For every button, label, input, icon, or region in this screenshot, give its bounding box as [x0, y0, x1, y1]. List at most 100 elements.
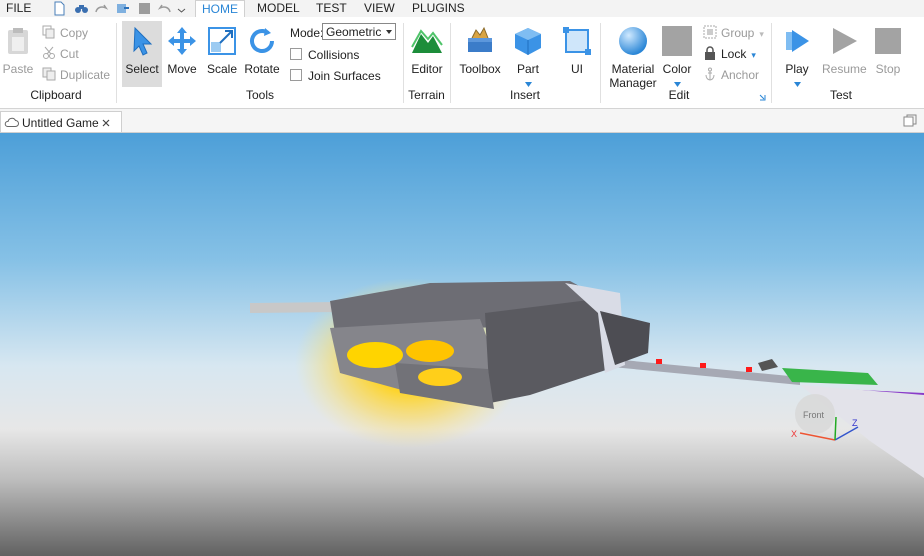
- ui-frame-icon: [563, 27, 591, 55]
- tab-home[interactable]: HOME: [195, 0, 245, 18]
- scale-tool-button[interactable]: Scale: [205, 25, 239, 76]
- insert-group-label: Insert: [509, 88, 540, 102]
- document-tab-title: Untitled Game: [22, 116, 99, 130]
- toolbox-button[interactable]: Toolbox: [456, 25, 504, 76]
- scale-icon: [208, 27, 236, 55]
- part-button[interactable]: Part: [510, 25, 546, 90]
- material-sphere-icon: [619, 27, 647, 55]
- resume-triangle-icon: [833, 28, 857, 54]
- mode-value: Geometric: [326, 25, 382, 39]
- move-tool-button[interactable]: Move: [166, 25, 198, 76]
- color-button[interactable]: Color: [660, 25, 694, 90]
- edit-group-expand-icon[interactable]: [759, 94, 766, 101]
- top-menu-bar: FILE HOME MODEL TEST VIEW PLUGINS: [0, 0, 924, 18]
- play-dropdown-icon[interactable]: [793, 82, 801, 87]
- ui-label: UI: [571, 62, 583, 76]
- document-tab[interactable]: Untitled Game: [0, 111, 122, 132]
- restore-window-icon[interactable]: [903, 114, 917, 127]
- rotate-icon: [250, 28, 274, 53]
- thruster-flame: [347, 342, 403, 368]
- anchor-button[interactable]: Anchor: [703, 67, 759, 82]
- clipboard-paste-icon: [8, 28, 28, 54]
- copy-icon: [42, 25, 55, 39]
- axis-x: [799, 432, 836, 441]
- binoculars-icon[interactable]: [74, 1, 89, 16]
- cursor-arrow-icon: [133, 26, 153, 56]
- duplicate-label: Duplicate: [60, 68, 111, 82]
- tab-test[interactable]: TEST: [316, 1, 347, 15]
- resume-button[interactable]: Resume: [822, 25, 867, 76]
- lock-dropdown-icon[interactable]: ▾: [751, 50, 756, 60]
- test-group-label: Test: [829, 88, 852, 102]
- tab-model[interactable]: MODEL: [257, 1, 300, 15]
- select-tool-button[interactable]: Select: [122, 21, 162, 87]
- game-viewport[interactable]: X Z Front: [0, 133, 924, 556]
- duplicate-icon: [42, 67, 56, 81]
- stop-button[interactable]: Stop: [872, 25, 904, 76]
- play-label: Play: [785, 62, 809, 76]
- rail-marker: [656, 359, 662, 364]
- duplicate-button[interactable]: Duplicate: [42, 67, 110, 82]
- color-swatch-icon: [662, 26, 692, 56]
- paste-label: Paste: [2, 62, 34, 76]
- lock-label: Lock: [721, 47, 747, 61]
- copy-label: Copy: [60, 26, 89, 40]
- terrain-group-label: Terrain: [408, 88, 445, 102]
- tab-plugins[interactable]: PLUGINS: [412, 1, 465, 15]
- part-label: Part: [516, 62, 539, 76]
- collisions-checkbox[interactable]: [290, 48, 302, 60]
- stop-square-icon[interactable]: [137, 1, 152, 16]
- scissors-icon: [43, 46, 55, 59]
- tab-view[interactable]: VIEW: [364, 1, 395, 15]
- anchor-label: Anchor: [721, 68, 760, 82]
- part-dropdown-icon[interactable]: [524, 82, 532, 87]
- close-icon[interactable]: [102, 119, 110, 127]
- mode-select[interactable]: Geometric: [322, 23, 396, 40]
- play-button[interactable]: Play: [779, 25, 815, 90]
- chevron-down-icon: [386, 30, 392, 34]
- collisions-toggle[interactable]: Collisions: [290, 48, 359, 62]
- group-button[interactable]: Group ▾: [703, 25, 764, 40]
- scene-render[interactable]: X Z Front: [0, 133, 924, 556]
- cut-button[interactable]: Cut: [42, 46, 79, 61]
- anchor-icon: [705, 67, 715, 81]
- part-cube-icon: [515, 28, 541, 55]
- copy-button[interactable]: Copy: [42, 25, 88, 40]
- clipboard-group-label: Clipboard: [30, 88, 82, 102]
- select-label: Select: [125, 62, 159, 76]
- group-dropdown-icon[interactable]: ▾: [759, 29, 764, 39]
- undo-icon[interactable]: [157, 1, 172, 16]
- document-tab-strip: Untitled Game: [0, 109, 924, 133]
- view-cube-face-label: Front: [803, 410, 825, 420]
- play-icon: [786, 30, 809, 52]
- thruster-flame: [418, 368, 462, 386]
- terrain-editor-button[interactable]: Editor: [408, 25, 446, 76]
- new-file-icon[interactable]: [52, 1, 67, 16]
- scale-label: Scale: [206, 62, 238, 76]
- join-surfaces-checkbox[interactable]: [290, 69, 302, 81]
- join-surfaces-label: Join Surfaces: [308, 69, 381, 83]
- toolbox-label: Toolbox: [459, 62, 501, 76]
- rail-marker: [746, 367, 752, 372]
- stop-icon: [875, 28, 901, 54]
- edit-group-label: Edit: [668, 88, 690, 102]
- tools-group-label: Tools: [245, 88, 274, 102]
- material-label-line1: Material: [611, 62, 655, 76]
- file-menu[interactable]: FILE: [6, 1, 31, 15]
- quick-access-dropdown-icon[interactable]: [177, 1, 186, 16]
- axis-z: [834, 426, 859, 441]
- color-dropdown-icon[interactable]: [673, 82, 681, 87]
- axis-x-label: X: [791, 429, 797, 439]
- paste-button[interactable]: Paste: [2, 25, 34, 76]
- toolbox-icon: [468, 26, 492, 52]
- move-label: Move: [167, 62, 197, 76]
- join-surfaces-toggle[interactable]: Join Surfaces: [290, 69, 381, 83]
- ui-button[interactable]: UI: [561, 25, 593, 76]
- rail-object: [758, 359, 778, 371]
- lock-button[interactable]: Lock ▾: [703, 46, 756, 61]
- redo-arrow-icon[interactable]: [94, 1, 109, 16]
- publish-icon[interactable]: [115, 1, 130, 16]
- color-label: Color: [662, 62, 692, 76]
- rotate-tool-button[interactable]: Rotate: [244, 25, 280, 76]
- material-manager-button[interactable]: Material Manager: [607, 25, 659, 90]
